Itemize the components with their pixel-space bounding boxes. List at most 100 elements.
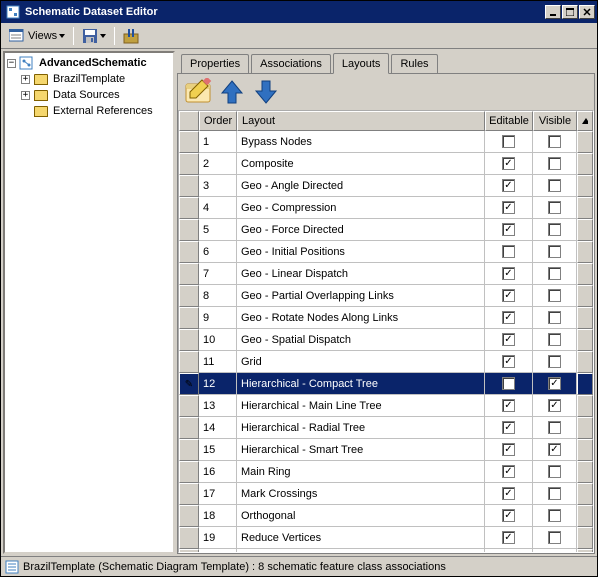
checkbox-visible[interactable] xyxy=(548,509,561,522)
cell-order[interactable]: 16 xyxy=(199,461,237,483)
cell-visible[interactable] xyxy=(533,505,577,527)
cell-layout[interactable]: Hierarchical - Smart Tree xyxy=(237,439,485,461)
scrollbar-track[interactable] xyxy=(577,219,593,241)
cell-editable[interactable]: ✓ xyxy=(485,417,533,439)
cell-editable[interactable]: ✓ xyxy=(485,175,533,197)
col-order[interactable]: Order xyxy=(199,111,237,131)
cell-layout[interactable]: Composite xyxy=(237,153,485,175)
checkbox-visible[interactable] xyxy=(548,421,561,434)
checkbox-visible[interactable]: ✓ xyxy=(548,377,561,390)
row-header[interactable] xyxy=(179,153,199,175)
checkbox-visible[interactable] xyxy=(548,531,561,544)
cell-visible[interactable] xyxy=(533,549,577,552)
cell-order[interactable]: 20 xyxy=(199,549,237,552)
cell-order[interactable]: 4 xyxy=(199,197,237,219)
cell-visible[interactable]: ✓ xyxy=(533,373,577,395)
cell-visible[interactable]: ✓ xyxy=(533,395,577,417)
cell-visible[interactable] xyxy=(533,241,577,263)
cell-visible[interactable] xyxy=(533,461,577,483)
cell-order[interactable]: 7 xyxy=(199,263,237,285)
cell-visible[interactable] xyxy=(533,197,577,219)
checkbox-visible[interactable] xyxy=(548,311,561,324)
checkbox-editable[interactable]: ✓ xyxy=(502,465,515,478)
checkbox-editable[interactable]: ✓ xyxy=(502,333,515,346)
scrollbar-track[interactable] xyxy=(577,351,593,373)
cell-layout[interactable]: Geo - Initial Positions xyxy=(237,241,485,263)
cell-layout[interactable]: Hierarchical - Compact Tree xyxy=(237,373,485,395)
table-row[interactable]: 13Hierarchical - Main Line Tree✓✓ xyxy=(179,395,593,417)
cell-visible[interactable] xyxy=(533,175,577,197)
tab-rules[interactable]: Rules xyxy=(391,54,437,73)
scrollbar-track[interactable] xyxy=(577,263,593,285)
layouts-grid[interactable]: Order Layout Editable Visible 1Bypass No… xyxy=(178,110,594,553)
row-header[interactable] xyxy=(179,307,199,329)
row-header[interactable] xyxy=(179,527,199,549)
scrollbar-track[interactable] xyxy=(577,285,593,307)
row-header[interactable] xyxy=(179,197,199,219)
cell-visible[interactable] xyxy=(533,131,577,153)
table-row[interactable]: 7Geo - Linear Dispatch✓ xyxy=(179,263,593,285)
table-row[interactable]: 14Hierarchical - Radial Tree✓ xyxy=(179,417,593,439)
cell-layout[interactable]: Reduce Vertices xyxy=(237,527,485,549)
checkbox-editable[interactable]: ✓ xyxy=(502,487,515,500)
checkbox-editable[interactable]: ✓ xyxy=(502,157,515,170)
tree-view[interactable]: − AdvancedSchematic + BrazilTemplate + D… xyxy=(3,51,175,554)
cell-layout[interactable]: Geo - Rotate Nodes Along Links xyxy=(237,307,485,329)
cell-order[interactable]: 8 xyxy=(199,285,237,307)
checkbox-editable[interactable]: ✓ xyxy=(502,443,515,456)
row-header[interactable]: ✎ xyxy=(179,373,199,395)
cell-editable[interactable]: ✓ xyxy=(485,197,533,219)
table-row[interactable]: 18Orthogonal✓ xyxy=(179,505,593,527)
scroll-up-button[interactable] xyxy=(577,111,593,131)
cell-layout[interactable]: Relative - Main Line xyxy=(237,549,485,552)
cell-layout[interactable]: Geo - Compression xyxy=(237,197,485,219)
row-header[interactable] xyxy=(179,417,199,439)
checkbox-editable[interactable]: ✓ xyxy=(502,311,515,324)
checkbox-editable[interactable]: ✓ xyxy=(502,355,515,368)
table-row[interactable]: 6Geo - Initial Positions xyxy=(179,241,593,263)
checkbox-editable[interactable]: ✓ xyxy=(502,421,515,434)
cell-editable[interactable]: ✓ xyxy=(485,219,533,241)
cell-order[interactable]: 5 xyxy=(199,219,237,241)
cell-visible[interactable] xyxy=(533,153,577,175)
cell-layout[interactable]: Main Ring xyxy=(237,461,485,483)
table-row[interactable]: 16Main Ring ✓ xyxy=(179,461,593,483)
checkbox-editable[interactable]: ✓ xyxy=(502,509,515,522)
scrollbar-track[interactable] xyxy=(577,439,593,461)
col-visible[interactable]: Visible xyxy=(533,111,577,131)
row-header[interactable] xyxy=(179,219,199,241)
checkbox-editable[interactable] xyxy=(502,135,515,148)
col-layout[interactable]: Layout xyxy=(237,111,485,131)
cell-layout[interactable]: Mark Crossings xyxy=(237,483,485,505)
checkbox-visible[interactable] xyxy=(548,487,561,500)
scrollbar-track[interactable] xyxy=(577,329,593,351)
checkbox-visible[interactable] xyxy=(548,465,561,478)
cell-order[interactable]: 13 xyxy=(199,395,237,417)
cell-editable[interactable]: ✓ xyxy=(485,351,533,373)
row-header[interactable] xyxy=(179,439,199,461)
views-menu[interactable]: Views xyxy=(5,27,69,45)
close-button[interactable] xyxy=(579,5,595,19)
scrollbar-track[interactable] xyxy=(577,307,593,329)
tree-node-sources[interactable]: + Data Sources xyxy=(5,87,173,103)
cell-order[interactable]: 3 xyxy=(199,175,237,197)
cell-layout[interactable]: Hierarchical - Radial Tree xyxy=(237,417,485,439)
move-up-button[interactable] xyxy=(218,78,246,106)
cell-visible[interactable] xyxy=(533,351,577,373)
cell-editable[interactable]: ✓ xyxy=(485,483,533,505)
cell-layout[interactable]: Hierarchical - Main Line Tree xyxy=(237,395,485,417)
row-header[interactable] xyxy=(179,483,199,505)
cell-order[interactable]: 19 xyxy=(199,527,237,549)
collapse-icon[interactable]: − xyxy=(7,59,16,68)
row-header[interactable] xyxy=(179,505,199,527)
cell-editable[interactable]: ✓ xyxy=(485,549,533,552)
cell-order[interactable]: 15 xyxy=(199,439,237,461)
import-button[interactable] xyxy=(119,26,143,46)
move-down-button[interactable] xyxy=(252,78,280,106)
cell-layout[interactable]: Geo - Spatial Dispatch xyxy=(237,329,485,351)
cell-order[interactable]: 18 xyxy=(199,505,237,527)
checkbox-visible[interactable]: ✓ xyxy=(548,399,561,412)
row-header[interactable] xyxy=(179,131,199,153)
cell-editable[interactable] xyxy=(485,373,533,395)
scrollbar-track[interactable] xyxy=(577,483,593,505)
